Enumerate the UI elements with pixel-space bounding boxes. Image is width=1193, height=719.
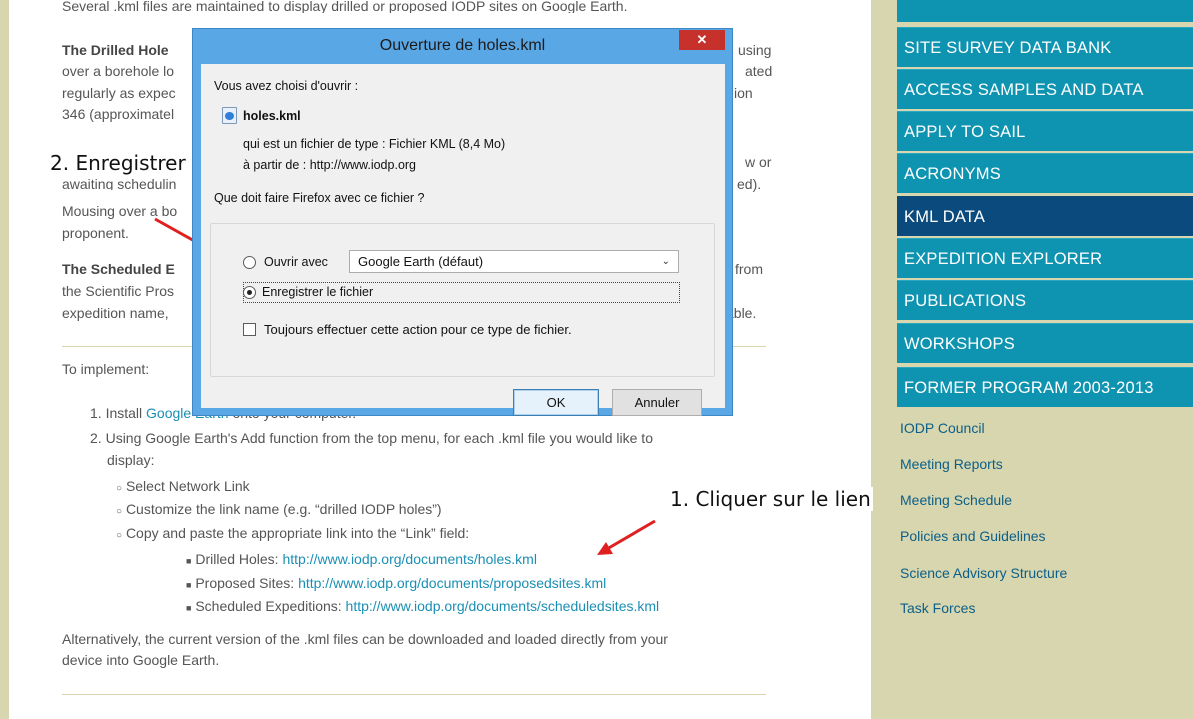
always-label[interactable]: Toujours effectuer cette action pour ce … [264,322,572,337]
question-label: Que doit faire Firefox avec ce fichier ? [214,191,425,205]
nav-item-kml-data[interactable]: KML DATA [897,196,1193,236]
nav-item-expedition-explorer[interactable]: EXPEDITION EXPLORER [897,238,1193,278]
always-checkbox[interactable] [243,323,256,336]
sub-item-science-advisory[interactable]: Science Advisory Structure [900,565,1067,581]
sub-item-task-forces[interactable]: Task Forces [900,600,975,616]
sub-item-policies-guidelines[interactable]: Policies and Guidelines [900,528,1046,544]
cancel-button[interactable]: Annuler [612,389,702,416]
divider [62,694,766,695]
annotation-step1: 1. Cliquer sur le lien [668,487,873,511]
p1-lead: The Drilled Hole [62,42,169,58]
proposedsites-kml-link[interactable]: http://www.iodp.org/documents/proposedsi… [298,575,606,591]
nav-item-acronyms[interactable]: ACRONYMS [897,153,1193,193]
proposed-sites-label: Proposed Sites: [195,575,295,591]
nav-item-site-survey-data-bank[interactable]: SITE SURVEY DATA BANK [897,27,1193,67]
p2-left3: Mousing over a bo [62,203,178,219]
file-source-line: à partir de : http://www.iodp.org [243,158,417,172]
list-item: ○ Copy and paste the appropriate link in… [116,525,470,541]
list-item: ■ Scheduled Expeditions: http://www.iodp… [186,598,660,614]
left-border-strip [0,0,9,719]
top-cut-text: Several .kml files are maintained to dis… [62,0,628,13]
sub3-text: Copy and paste the appropriate link into… [125,525,470,541]
list-item: 2. Using Google Earth's Add function fro… [90,430,653,446]
nav-item-workshops[interactable]: WORKSHOPS [897,323,1193,363]
ok-button[interactable]: OK [513,389,599,416]
download-dialog: Ouverture de holes.kml ✕ Vous avez chois… [192,28,733,416]
p1-right2: ated [745,63,773,79]
nav-item-cut[interactable] [897,0,1193,22]
p2-right2: ed). [737,176,762,192]
p1-right1: using [738,42,772,58]
nav-item-apply-to-sail[interactable]: APPLY TO SAIL [897,111,1193,151]
p1-right3: ion [734,85,753,101]
sub-item-meeting-schedule[interactable]: Meeting Schedule [900,492,1012,508]
annotation-step2: 2. Enregistrer [48,151,188,175]
sub-item-meeting-reports[interactable]: Meeting Reports [900,456,1003,472]
save-file-label[interactable]: Enregistrer le fichier [262,285,373,299]
p2-right1: w or [745,154,772,170]
drilled-holes-label: Drilled Holes: [195,551,279,567]
p3-left2: the Scientific Pros [62,283,175,299]
p3-lead: The Scheduled E [62,261,175,277]
nav-item-access-samples-and-data[interactable]: ACCESS SAMPLES AND DATA [897,69,1193,109]
file-name: holes.kml [243,109,301,123]
holes-kml-link[interactable]: http://www.iodp.org/documents/holes.kml [282,551,536,567]
sub1-text: Select Network Link [125,478,250,494]
p2-left4: proponent. [62,225,129,241]
step2-text: Using Google Earth's Add function from t… [105,430,653,446]
chosen-label: Vous avez choisi d'ouvrir : [214,79,359,93]
open-with-radio[interactable] [243,256,256,269]
sub-item-iodp-council[interactable]: IODP Council [900,420,985,436]
list-item: ■ Proposed Sites: http://www.iodp.org/do… [186,575,607,591]
dialog-title: Ouverture de holes.kml [379,37,546,54]
p2-left2: awaiting schedulin [62,178,177,190]
sidebar: SITE SURVEY DATA BANK ACCESS SAMPLES AND… [871,0,1193,719]
step1-pre: Install [105,405,143,421]
application-select[interactable]: Google Earth (défaut) ⌄ [349,250,679,273]
alt-line2: device into Google Earth. [62,652,220,668]
kml-file-icon [222,107,237,124]
open-with-label[interactable]: Ouvrir avec [264,255,328,269]
dialog-body: Vous avez choisi d'ouvrir : holes.kml qu… [201,64,725,416]
scheduled-expeditions-label: Scheduled Expeditions: [195,598,342,614]
p1-left4: 346 (approximatel [62,106,175,122]
alt-line1: Alternatively, the current version of th… [62,631,668,647]
list-item: ■ Drilled Holes: http://www.iodp.org/doc… [186,551,537,567]
sub2-text: Customize the link name (e.g. “drilled I… [125,501,442,517]
nav-item-publications[interactable]: PUBLICATIONS [897,280,1193,320]
p1-left2: over a borehole lo [62,63,175,79]
step2-text-cont: display: [107,452,155,468]
scheduledsites-kml-link[interactable]: http://www.iodp.org/documents/scheduleds… [346,598,660,614]
chevron-down-icon: ⌄ [661,256,670,267]
nav-item-former-program[interactable]: FORMER PROGRAM 2003-2013 [897,367,1193,407]
p3-right3: able. [726,305,757,321]
p3-right1: from [735,261,763,277]
file-type-line: qui est un fichier de type : Fichier KML… [243,137,506,151]
close-button[interactable]: ✕ [679,30,725,50]
list-item: ○ Customize the link name (e.g. “drilled… [116,501,442,517]
p1-left3: regularly as expec [62,85,176,101]
save-file-radio[interactable] [243,286,256,299]
p3-left3: expedition name, [62,305,169,321]
list-item: ○ Select Network Link [116,478,250,494]
